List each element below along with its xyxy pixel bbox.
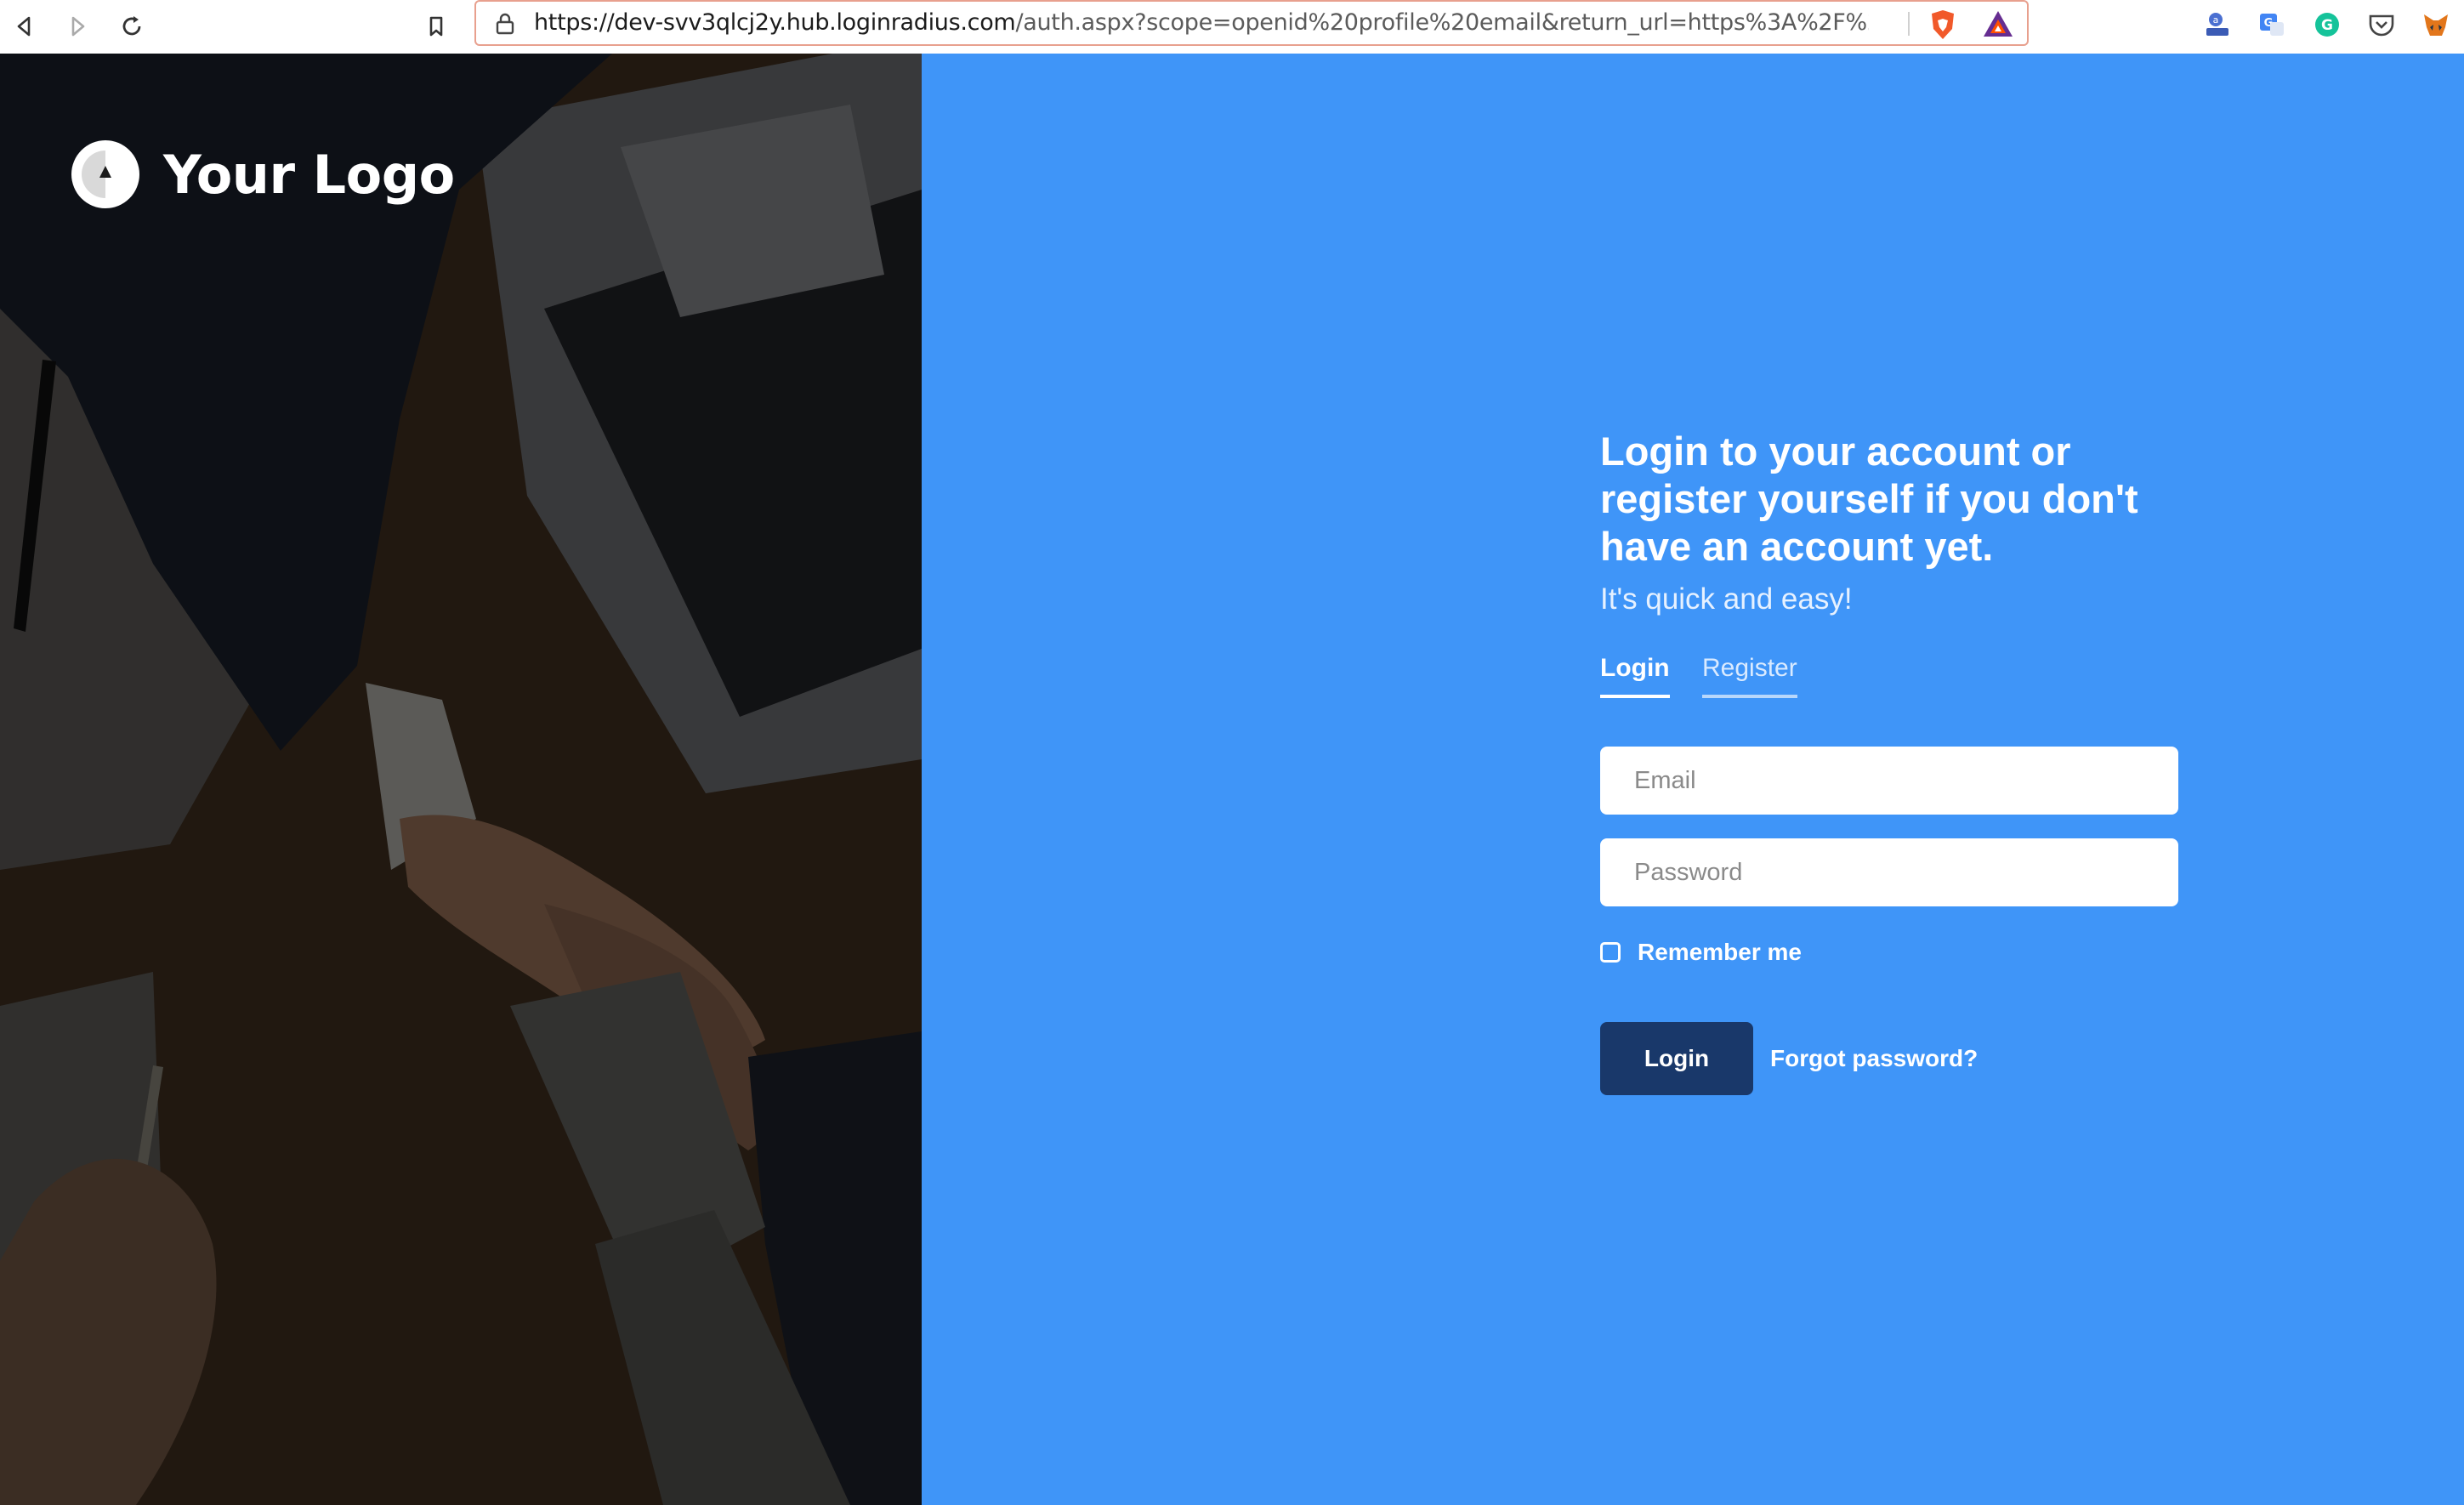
metamask-icon	[2424, 14, 2448, 36]
pocket-button[interactable]	[2365, 9, 2398, 41]
reload-icon	[122, 16, 141, 36]
tab-login[interactable]: Login	[1600, 654, 1670, 698]
forward-button[interactable]	[58, 7, 97, 46]
grammarly-icon: G	[2315, 13, 2339, 37]
hero-image-panel: Your Logo	[0, 54, 922, 1505]
forgot-password-link[interactable]: Forgot password?	[1770, 1045, 1978, 1072]
login-headline: Login to your account or register yourse…	[1600, 429, 2138, 569]
address-divider	[1908, 12, 1910, 36]
google-translate-icon: G	[2260, 14, 2284, 36]
tab-register[interactable]: Register	[1702, 654, 1797, 698]
email-field[interactable]: Email	[1600, 747, 2178, 815]
remember-me-toggle[interactable]: Remember me	[1600, 939, 2195, 966]
remember-me-label[interactable]: Remember me	[1638, 939, 1802, 966]
logo-text: Your Logo	[163, 143, 455, 206]
google-translate-button[interactable]: G	[2256, 9, 2288, 41]
back-button[interactable]	[5, 7, 44, 46]
form-actions: Login Forgot password?	[1600, 1022, 2195, 1095]
browser-toolbar: https://dev-svv3qlcj2y.hub.loginradius.c…	[0, 0, 2464, 54]
login-button[interactable]: Login	[1600, 1022, 1753, 1095]
metamask-button[interactable]	[2420, 9, 2452, 41]
translate-extension-icon: a	[2206, 13, 2228, 36]
grammarly-button[interactable]: G	[2311, 9, 2343, 41]
lock-icon	[496, 13, 514, 35]
back-icon	[17, 16, 31, 37]
address-bar[interactable]: https://dev-svv3qlcj2y.hub.loginradius.c…	[474, 0, 2029, 46]
login-panel: Login to your account or register yourse…	[922, 54, 2464, 1505]
url-text: https://dev-svv3qlcj2y.hub.loginradius.c…	[534, 2, 1869, 44]
forward-icon	[71, 16, 85, 37]
bat-rewards-icon[interactable]	[1981, 9, 2015, 39]
handshake-photo	[0, 54, 922, 1505]
remember-me-checkbox[interactable]	[1600, 942, 1621, 963]
translate-extension-button[interactable]: a	[2201, 9, 2234, 41]
reload-button[interactable]	[112, 7, 151, 46]
auth-tabs: Login Register	[1600, 654, 2195, 705]
pocket-icon	[2369, 14, 2394, 37]
url-path: /auth.aspx?scope=openid%20profile%20emai…	[1015, 9, 1869, 36]
svg-text:a: a	[2213, 14, 2219, 26]
bookmark-button[interactable]	[417, 7, 456, 46]
bookmark-icon	[429, 16, 443, 37]
brave-shield-icon[interactable]	[1928, 9, 1957, 41]
url-host: https://dev-svv3qlcj2y.hub.loginradius.c…	[534, 9, 1016, 36]
brand-logo[interactable]: Your Logo	[71, 140, 455, 208]
logo-mark-icon	[71, 140, 139, 208]
login-form: Login to your account or register yourse…	[1600, 428, 2195, 1095]
password-field[interactable]: Password	[1600, 838, 2178, 906]
login-subline: It's quick and easy!	[1600, 582, 1853, 616]
svg-text:G: G	[2321, 17, 2333, 34]
